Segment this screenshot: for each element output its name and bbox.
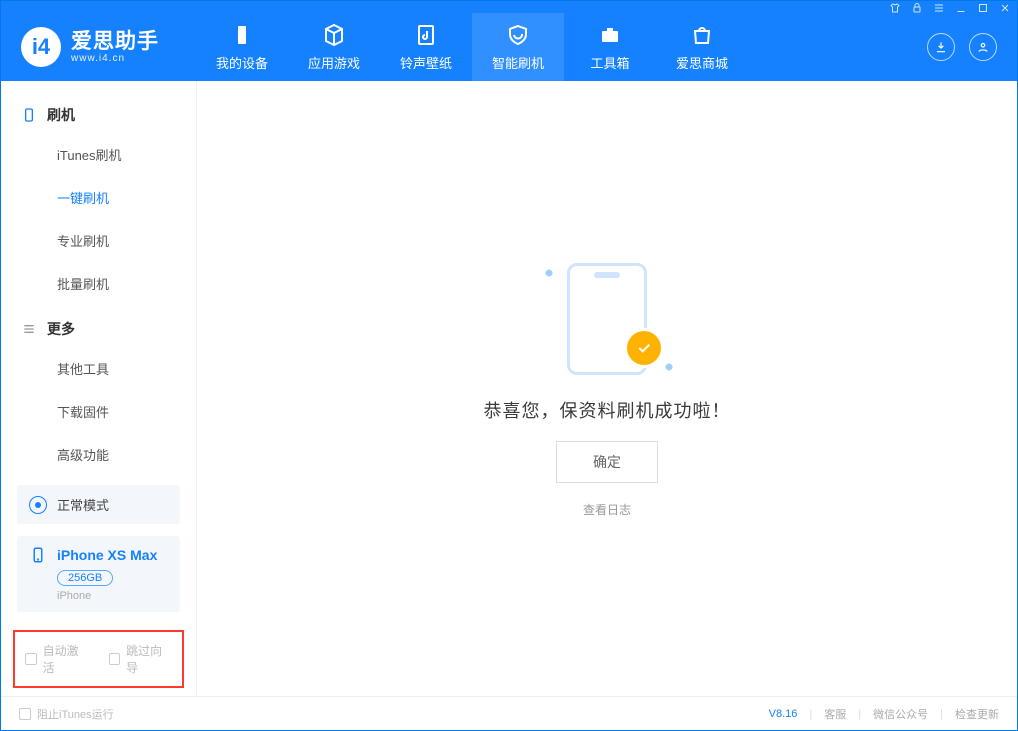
tab-toolbox[interactable]: 工具箱 — [564, 13, 656, 81]
sidebar-item-itunes-flash[interactable]: iTunes刷机 — [1, 133, 196, 176]
checkbox-label: 跳过向导 — [126, 642, 172, 676]
app-name: 爱思助手 — [71, 31, 159, 52]
header: i4 爱思助手 www.i4.cn 我的设备 应用游戏 铃声壁纸 智能刷机 工具… — [1, 13, 1017, 81]
support-link[interactable]: 客服 — [824, 706, 846, 722]
sidebar-item-advanced[interactable]: 高级功能 — [1, 433, 196, 476]
app-url: www.i4.cn — [71, 54, 159, 64]
footer: 阻止iTunes运行 V8.16 | 客服 | 微信公众号 | 检查更新 — [1, 696, 1017, 730]
tab-store[interactable]: 爱思商城 — [656, 13, 748, 81]
checkbox-icon — [109, 653, 121, 665]
music-note-icon — [414, 23, 438, 47]
tab-label: 我的设备 — [216, 53, 268, 72]
tab-label: 爱思商城 — [676, 53, 728, 72]
sidebar-item-other-tools[interactable]: 其他工具 — [1, 347, 196, 390]
tab-my-device[interactable]: 我的设备 — [196, 13, 288, 81]
app-logo: i4 爱思助手 www.i4.cn — [1, 13, 196, 81]
view-log-link[interactable]: 查看日志 — [583, 501, 631, 518]
download-icon[interactable] — [927, 33, 955, 61]
tab-label: 铃声壁纸 — [400, 53, 452, 72]
checkbox-block-itunes[interactable]: 阻止iTunes运行 — [19, 706, 114, 722]
sidebar-item-download-firmware[interactable]: 下载固件 — [1, 390, 196, 433]
options-highlight-box: 自动激活 跳过向导 — [13, 630, 184, 688]
device-type: iPhone — [57, 590, 168, 602]
success-illustration — [547, 259, 667, 379]
tab-apps-games[interactable]: 应用游戏 — [288, 13, 380, 81]
device-name: iPhone XS Max — [57, 547, 157, 563]
tab-label: 智能刷机 — [492, 53, 544, 72]
cube-icon — [322, 23, 346, 47]
status-card[interactable]: 正常模式 — [17, 485, 180, 524]
checkbox-icon — [25, 653, 37, 665]
sidebar-group-more: 更多 — [1, 305, 196, 347]
body: 刷机 iTunes刷机 一键刷机 专业刷机 批量刷机 更多 其他工具 下载固件 … — [1, 81, 1017, 696]
sidebar-item-oneclick-flash[interactable]: 一键刷机 — [1, 176, 196, 219]
titlebar — [1, 1, 1017, 13]
sidebar-group-flash: 刷机 — [1, 91, 196, 133]
status-label: 正常模式 — [57, 495, 109, 514]
check-badge-icon — [627, 331, 661, 365]
tab-smart-flash[interactable]: 智能刷机 — [472, 13, 564, 81]
group-label: 更多 — [47, 319, 75, 339]
checkbox-auto-activate[interactable]: 自动激活 — [25, 642, 89, 676]
bag-icon — [690, 23, 714, 47]
success-message: 恭喜您，保资料刷机成功啦！ — [484, 397, 731, 423]
device-icon — [21, 107, 37, 123]
nav-tabs: 我的设备 应用游戏 铃声壁纸 智能刷机 工具箱 爱思商城 — [196, 13, 748, 81]
divider: | — [809, 708, 812, 720]
device-capacity-badge: 256GB — [57, 570, 113, 586]
check-update-link[interactable]: 检查更新 — [955, 706, 999, 722]
refresh-shield-icon — [506, 23, 530, 47]
status-dot-icon — [29, 496, 47, 514]
checkbox-skip-guide[interactable]: 跳过向导 — [109, 642, 173, 676]
list-icon — [21, 321, 37, 337]
main-content: 恭喜您，保资料刷机成功啦！ 确定 查看日志 — [197, 81, 1017, 696]
checkbox-label: 阻止iTunes运行 — [37, 706, 114, 722]
phone-icon — [230, 23, 254, 47]
user-icon[interactable] — [969, 33, 997, 61]
sparkle-icon — [663, 361, 674, 372]
ok-button[interactable]: 确定 — [556, 441, 658, 483]
device-phone-icon — [29, 546, 47, 564]
tab-label: 应用游戏 — [308, 53, 360, 72]
tab-label: 工具箱 — [590, 53, 629, 72]
tab-ringtones-wallpapers[interactable]: 铃声壁纸 — [380, 13, 472, 81]
briefcase-icon — [598, 23, 622, 47]
checkbox-icon — [19, 708, 31, 720]
sidebar-item-batch-flash[interactable]: 批量刷机 — [1, 262, 196, 305]
sidebar: 刷机 iTunes刷机 一键刷机 专业刷机 批量刷机 更多 其他工具 下载固件 … — [1, 81, 197, 696]
logo-mark-icon: i4 — [21, 27, 61, 67]
sidebar-item-pro-flash[interactable]: 专业刷机 — [1, 219, 196, 262]
version-label: V8.16 — [769, 708, 798, 720]
sparkle-icon — [543, 267, 554, 278]
divider: | — [858, 708, 861, 720]
group-label: 刷机 — [47, 105, 75, 125]
divider: | — [940, 708, 943, 720]
header-actions — [927, 13, 1017, 81]
device-card[interactable]: iPhone XS Max 256GB iPhone — [17, 536, 180, 612]
wechat-link[interactable]: 微信公众号 — [873, 706, 928, 722]
checkbox-label: 自动激活 — [43, 642, 89, 676]
